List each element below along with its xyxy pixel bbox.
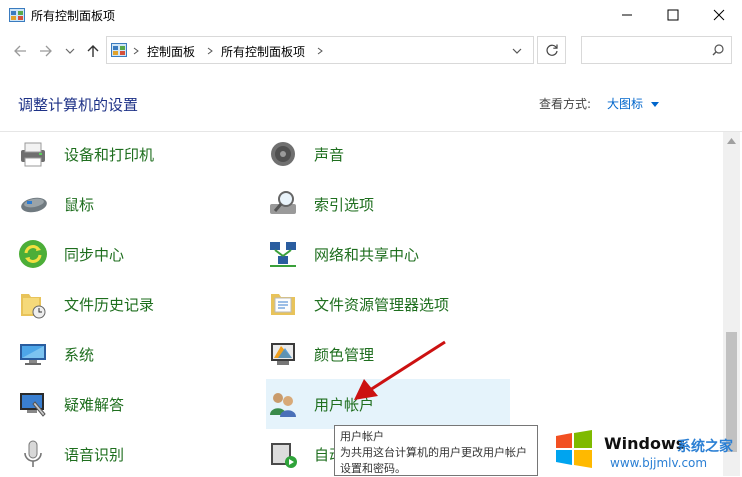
item-sync-center[interactable]: 同步中心 bbox=[16, 231, 246, 277]
control-panel-icon bbox=[9, 8, 25, 22]
breadcrumb-control-panel[interactable]: 控制面板 bbox=[147, 43, 195, 60]
annotation-arrow bbox=[354, 340, 446, 400]
item-sound[interactable]: 声音 bbox=[266, 131, 510, 177]
item-file-history[interactable]: 文件历史记录 bbox=[16, 281, 246, 327]
autoplay-icon bbox=[266, 437, 300, 471]
watermark-cn: 系统之家 bbox=[677, 439, 733, 455]
view-by-label: 查看方式: bbox=[539, 97, 592, 111]
computer-icon bbox=[16, 337, 50, 371]
chevron-right-icon bbox=[207, 47, 213, 55]
chevron-right-icon bbox=[133, 47, 139, 55]
close-icon bbox=[713, 9, 725, 21]
minimize-button[interactable] bbox=[604, 0, 650, 30]
arrow-left-icon bbox=[14, 45, 26, 57]
tooltip-title: 用户帐户 bbox=[340, 430, 384, 443]
view-by-value: 大图标 bbox=[607, 97, 644, 111]
item-label: 文件资源管理器选项 bbox=[314, 295, 450, 314]
network-icon bbox=[266, 237, 300, 271]
tooltip: 用户帐户 为共用这台计算机的用户更改用户帐户设置和密码。 bbox=[334, 425, 538, 476]
item-label: 语音识别 bbox=[64, 445, 125, 464]
scroll-up-icon[interactable] bbox=[727, 138, 736, 144]
refresh-button[interactable] bbox=[537, 36, 566, 64]
mouse-icon bbox=[16, 187, 50, 221]
printer-icon bbox=[16, 137, 50, 171]
item-mouse[interactable]: 鼠标 bbox=[16, 181, 246, 227]
address-bar[interactable]: 控制面板 所有控制面板项 bbox=[106, 36, 534, 64]
item-system[interactable]: 系统 bbox=[16, 331, 246, 377]
arrow-up-icon bbox=[87, 45, 99, 57]
item-label: 设备和打印机 bbox=[64, 145, 155, 164]
user-accounts-icon bbox=[266, 387, 300, 421]
up-button[interactable] bbox=[83, 41, 103, 61]
back-button[interactable] bbox=[10, 41, 30, 61]
item-troubleshooting[interactable]: 疑难解答 bbox=[16, 381, 246, 427]
item-label: 索引选项 bbox=[314, 195, 375, 214]
watermark-url: www.bjjmlv.com bbox=[610, 456, 708, 470]
watermark: Windows 系统之家 www.bjjmlv.com bbox=[552, 425, 742, 476]
item-label: 文件历史记录 bbox=[64, 295, 155, 314]
index-search-icon bbox=[266, 187, 300, 221]
search-icon[interactable] bbox=[712, 44, 724, 56]
arrow-right-icon bbox=[40, 45, 52, 57]
item-speech-recognition[interactable]: 语音识别 bbox=[16, 431, 246, 477]
speaker-icon bbox=[266, 137, 300, 171]
item-label: 同步中心 bbox=[64, 245, 125, 264]
item-devices-printers[interactable]: 设备和打印机 bbox=[16, 131, 246, 177]
item-label: 疑难解答 bbox=[64, 395, 125, 414]
title-bar: 所有控制面板项 bbox=[0, 0, 742, 30]
folder-options-icon bbox=[266, 287, 300, 321]
item-network-sharing[interactable]: 网络和共享中心 bbox=[266, 231, 510, 277]
chevron-down-icon bbox=[65, 48, 75, 54]
item-indexing-options[interactable]: 索引选项 bbox=[266, 181, 510, 227]
minimize-icon bbox=[622, 14, 632, 16]
chevron-right-icon bbox=[317, 47, 323, 55]
caret-down-icon bbox=[650, 102, 659, 107]
window-title: 所有控制面板项 bbox=[31, 9, 116, 23]
view-by-dropdown[interactable]: 大图标 bbox=[607, 95, 659, 112]
troubleshoot-icon bbox=[16, 387, 50, 421]
search-box[interactable] bbox=[581, 36, 732, 64]
recent-locations-button[interactable] bbox=[60, 41, 80, 61]
item-label: 鼠标 bbox=[64, 195, 95, 214]
item-file-explorer-options[interactable]: 文件资源管理器选项 bbox=[266, 281, 510, 327]
windows-logo-icon bbox=[556, 430, 592, 468]
close-button[interactable] bbox=[696, 0, 742, 30]
tooltip-body: 为共用这台计算机的用户更改用户帐户设置和密码。 bbox=[340, 446, 527, 475]
item-label: 系统 bbox=[64, 345, 95, 364]
refresh-icon bbox=[546, 44, 558, 56]
folder-history-icon bbox=[16, 287, 50, 321]
search-input[interactable] bbox=[586, 40, 708, 62]
maximize-icon bbox=[667, 9, 679, 21]
watermark-brand: Windows bbox=[604, 434, 686, 453]
chevron-down-icon[interactable] bbox=[512, 46, 522, 56]
control-panel-icon bbox=[111, 43, 127, 57]
sync-icon bbox=[16, 237, 50, 271]
forward-button[interactable] bbox=[36, 41, 56, 61]
breadcrumb-all-items[interactable]: 所有控制面板项 bbox=[221, 43, 305, 60]
maximize-button[interactable] bbox=[650, 0, 696, 30]
color-management-icon bbox=[266, 337, 300, 371]
microphone-icon bbox=[16, 437, 50, 471]
item-label: 网络和共享中心 bbox=[314, 245, 420, 264]
page-title: 调整计算机的设置 bbox=[18, 96, 139, 114]
item-label: 声音 bbox=[314, 145, 345, 164]
